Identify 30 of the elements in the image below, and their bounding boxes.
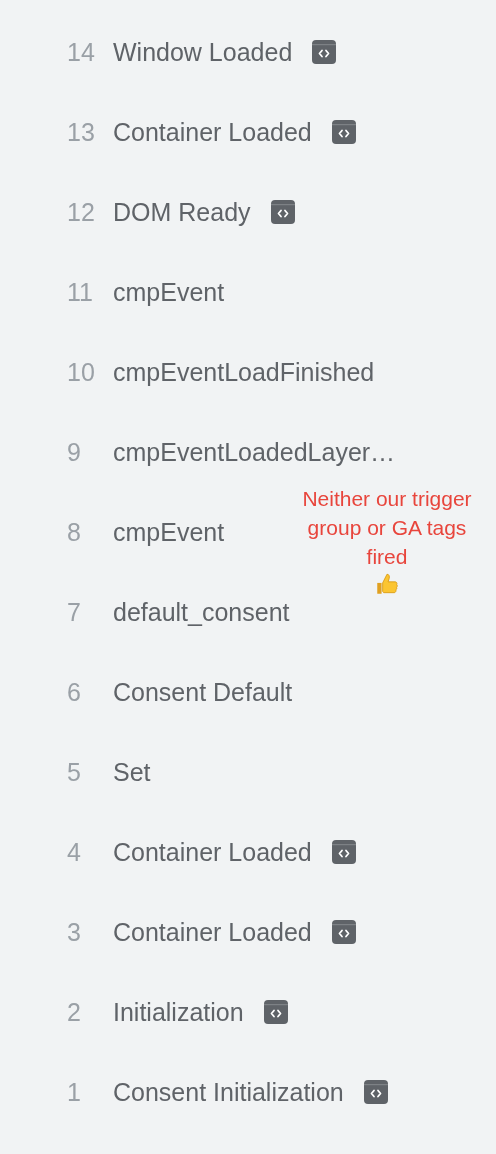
event-number: 4 bbox=[67, 837, 82, 868]
event-name[interactable]: Container Loaded bbox=[113, 834, 312, 870]
thumbs-up-icon bbox=[374, 571, 400, 597]
event-number: 12 bbox=[67, 197, 96, 228]
event-number: 10 bbox=[67, 357, 96, 388]
event-name[interactable]: Consent Initialization bbox=[113, 1074, 344, 1110]
event-name[interactable]: cmpEvent bbox=[113, 274, 225, 310]
event-name[interactable]: default_consent bbox=[113, 594, 290, 630]
event-name[interactable]: Initialization bbox=[113, 994, 244, 1030]
event-name[interactable]: cmpEventLoadedLayer… bbox=[113, 434, 396, 470]
event-name[interactable]: Set bbox=[113, 754, 151, 790]
event-number: 9 bbox=[67, 437, 82, 468]
event-name[interactable]: Consent Default bbox=[113, 674, 293, 710]
event-number: 6 bbox=[67, 677, 82, 708]
annotation-text: Neither our trigger group or GA tags fired bbox=[302, 486, 472, 570]
event-name[interactable]: DOM Ready bbox=[113, 194, 251, 230]
event-number: 11 bbox=[67, 277, 94, 308]
event-number: 8 bbox=[67, 517, 82, 548]
event-number: 1 bbox=[67, 1077, 82, 1108]
event-name[interactable]: cmpEventLoadFinished bbox=[113, 354, 375, 390]
event-name[interactable]: Container Loaded bbox=[113, 914, 312, 950]
event-name[interactable]: cmpEvent bbox=[113, 514, 225, 550]
event-name[interactable]: Container Loaded bbox=[113, 114, 312, 150]
event-number: 7 bbox=[67, 597, 82, 628]
event-number: 13 bbox=[67, 117, 96, 148]
event-number: 14 bbox=[67, 37, 96, 68]
event-name[interactable]: Window Loaded bbox=[113, 34, 293, 70]
event-number: 5 bbox=[67, 757, 82, 788]
event-number: 2 bbox=[67, 997, 82, 1028]
event-number: 3 bbox=[67, 917, 82, 948]
